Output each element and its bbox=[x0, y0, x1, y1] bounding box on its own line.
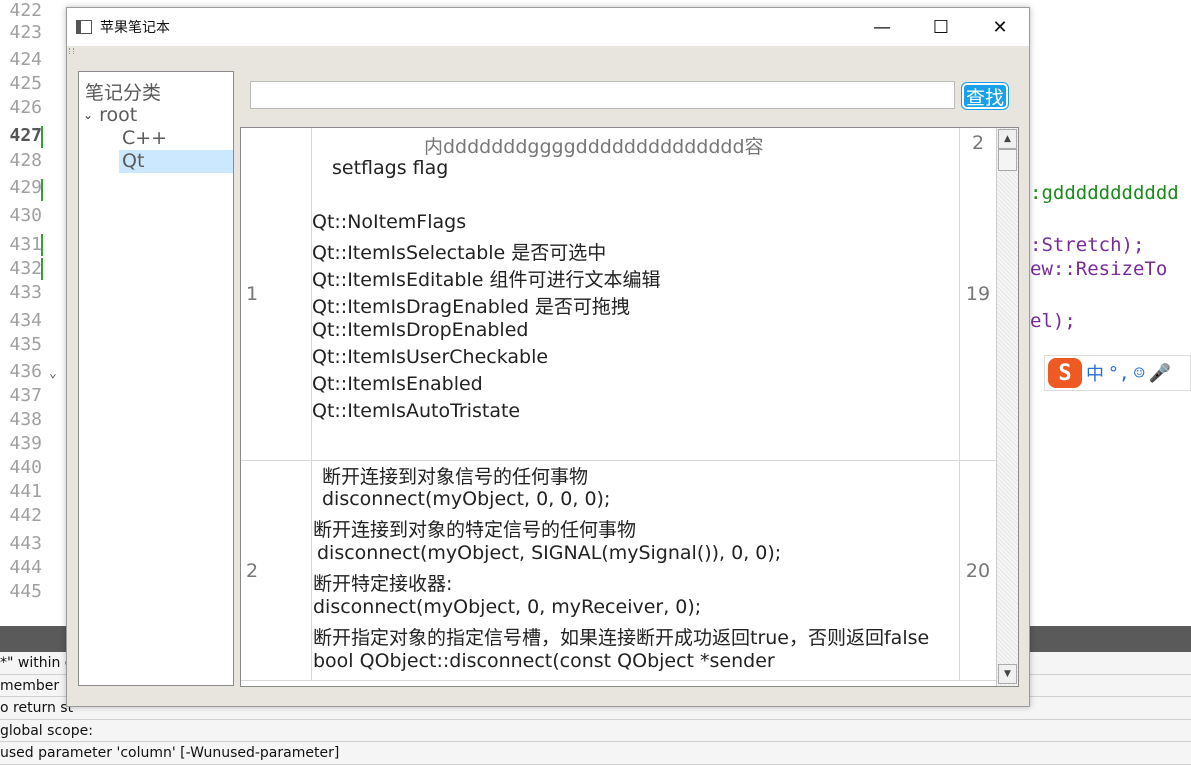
content-line: disconnect(myObject, 0, myReceiver, 0); bbox=[313, 596, 702, 618]
microphone-icon[interactable]: 🎤 bbox=[1149, 363, 1171, 384]
content-line: disconnect(myObject, 0, 0, 0); bbox=[322, 488, 611, 510]
row-num: 20 bbox=[965, 559, 991, 582]
content-line: 断开指定对象的指定信号槽，如果连接断开成功返回true，否则返回false bbox=[313, 627, 930, 649]
tree-item-label: root bbox=[99, 104, 138, 126]
content-line: Qt::ItemIsEditable 组件可进行文本编辑 bbox=[312, 269, 661, 291]
line-number: 433 bbox=[9, 282, 42, 303]
sogou-logo-icon: S bbox=[1048, 358, 1082, 388]
row-id: 1 bbox=[246, 283, 259, 305]
line-number: 430 bbox=[9, 205, 42, 226]
code-fragment: el); bbox=[1030, 310, 1076, 332]
maximize-button[interactable]: ☐ bbox=[912, 8, 970, 46]
tree-item-cpp[interactable]: C++ bbox=[119, 127, 233, 150]
emoji-icon[interactable]: ☺ bbox=[1134, 363, 1145, 384]
ime-mode[interactable]: 中 bbox=[1086, 360, 1104, 386]
category-tree[interactable]: 笔记分类 ⌄ root C++ Qt bbox=[78, 71, 234, 686]
line-number: 439 bbox=[9, 433, 42, 454]
line-number: 423 bbox=[9, 22, 42, 43]
content-line: 断开连接到对象的特定信号的任何事物 bbox=[313, 519, 637, 541]
issue-row[interactable]: used parameter 'column' [-Wunused-parame… bbox=[0, 742, 1191, 765]
issue-row[interactable]: global scope: bbox=[0, 719, 1191, 742]
change-marker bbox=[41, 234, 43, 256]
notebook-window: 苹果笔记本 — ☐ ✕ 笔记分类 ⌄ root C++ Qt 查找 1 内ddd… bbox=[66, 7, 1030, 707]
line-number: 432 bbox=[9, 258, 42, 279]
code-fragment: :gddddddddddd bbox=[1030, 182, 1179, 204]
code-fragment: :Stretch); bbox=[1030, 234, 1145, 256]
chevron-down-icon[interactable]: ⌄ bbox=[83, 108, 93, 122]
content-line: Qt::ItemIsEnabled bbox=[312, 373, 483, 395]
content-line: Qt::ItemIsUserCheckable bbox=[312, 346, 549, 368]
title-bar[interactable]: 苹果笔记本 — ☐ ✕ bbox=[67, 8, 1029, 46]
scroll-up-icon[interactable]: ▲ bbox=[998, 129, 1017, 149]
toolbar-grip[interactable] bbox=[67, 46, 1031, 56]
line-number: 424 bbox=[9, 49, 42, 70]
line-number: 437 bbox=[9, 385, 42, 406]
line-number: 428 bbox=[9, 150, 42, 171]
line-number: 429 bbox=[9, 177, 42, 198]
notes-table[interactable]: 1 内dddddddggggdddddddddddddd容 setflags f… bbox=[240, 127, 1019, 687]
line-number: 443 bbox=[9, 533, 42, 554]
table-row[interactable]: 2 断开连接到对象信号的任何事物 disconnect(myObject, 0,… bbox=[241, 461, 996, 681]
change-marker bbox=[41, 179, 43, 201]
content-line: 断开连接到对象信号的任何事物 bbox=[322, 466, 589, 488]
content-line: setflags flag bbox=[332, 157, 449, 179]
row-content[interactable]: 内dddddddggggdddddddddddddd容 setflags fla… bbox=[311, 128, 960, 460]
tree-header: 笔记分类 bbox=[85, 82, 162, 104]
content-line: Qt::ItemIsAutoTristate bbox=[312, 400, 521, 422]
ime-punct[interactable]: °, bbox=[1108, 363, 1130, 384]
line-number: 435 bbox=[9, 334, 42, 355]
minimize-button[interactable]: — bbox=[853, 8, 911, 46]
line-number: 438 bbox=[9, 409, 42, 430]
search-input[interactable] bbox=[250, 81, 955, 109]
table-row[interactable]: 1 内dddddddggggdddddddddddddd容 setflags f… bbox=[241, 128, 996, 461]
line-number: 431 bbox=[9, 234, 42, 255]
close-button[interactable]: ✕ bbox=[971, 8, 1029, 46]
line-number: 427 bbox=[9, 125, 42, 146]
line-number: 444 bbox=[9, 557, 42, 578]
content-line: 内dddddddggggdddddddddddddd容 bbox=[424, 136, 764, 158]
tree-item-root[interactable]: ⌄ root bbox=[83, 104, 137, 126]
vertical-scrollbar[interactable]: ▲ ▼ bbox=[996, 128, 1018, 686]
line-number: 426 bbox=[9, 97, 42, 118]
line-number: 442 bbox=[9, 505, 42, 526]
code-fragment: ew::ResizeTo bbox=[1030, 258, 1168, 280]
change-marker bbox=[41, 126, 43, 148]
line-number: 441 bbox=[9, 481, 42, 502]
window-title: 苹果笔记本 bbox=[100, 20, 170, 36]
ime-toolbar[interactable]: S 中 °, ☺ 🎤 bbox=[1044, 355, 1191, 391]
line-number: 440 bbox=[9, 457, 42, 478]
line-number: 425 bbox=[9, 73, 42, 94]
content-line: Qt::ItemIsDragEnabled 是否可拖拽 bbox=[312, 296, 630, 318]
scroll-down-icon[interactable]: ▼ bbox=[998, 664, 1017, 684]
tree-item-qt[interactable]: Qt bbox=[119, 150, 233, 173]
row-content[interactable]: 断开连接到对象信号的任何事物 disconnect(myObject, 0, 0… bbox=[311, 461, 960, 680]
row-id: 2 bbox=[246, 559, 259, 582]
row-num: 19 bbox=[965, 283, 991, 305]
content-line: 断开特定接收器: bbox=[313, 573, 453, 595]
line-number: 445 bbox=[9, 581, 42, 602]
content-line: disconnect(myObject, SIGNAL(mySignal()),… bbox=[317, 542, 782, 564]
line-number: 436 bbox=[9, 361, 42, 382]
search-button[interactable]: 查找 bbox=[961, 82, 1009, 110]
fold-chevron-icon[interactable]: ⌄ bbox=[49, 366, 57, 381]
change-marker bbox=[41, 258, 43, 280]
line-number: 422 bbox=[9, 0, 42, 21]
app-icon bbox=[76, 20, 92, 34]
content-line: Qt::ItemIsSelectable 是否可选中 bbox=[312, 242, 607, 264]
line-number: 434 bbox=[9, 310, 42, 331]
content-line: bool QObject::disconnect(const QObject *… bbox=[313, 650, 775, 672]
scrollbar-thumb[interactable] bbox=[998, 149, 1017, 171]
content-line: Qt::ItemIsDropEnabled bbox=[312, 319, 529, 341]
content-line: Qt::NoItemFlags bbox=[312, 211, 467, 233]
